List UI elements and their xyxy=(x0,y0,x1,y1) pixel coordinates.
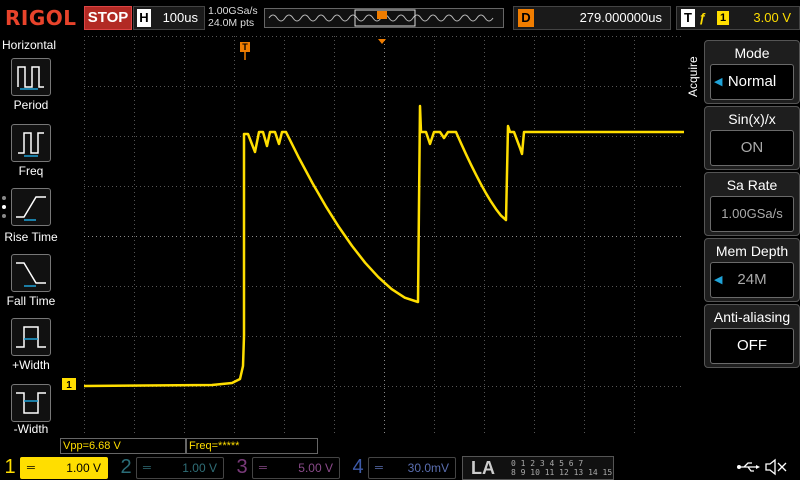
fall-time-icon xyxy=(16,262,46,287)
channel-1-number: 1 xyxy=(4,456,16,478)
la-bits: 0 1 2 3 4 5 6 7 8 9 10 11 12 13 14 15 xyxy=(511,459,613,477)
horizontal-measure-menu: Horizontal Period Freq Rise Time Fall Ti… xyxy=(0,36,62,436)
rise-time-label: Rise Time xyxy=(4,230,58,244)
trigger-display[interactable]: T ƒ 1 3.00 V xyxy=(676,6,800,30)
sampling-info: 1.00GSa/s 24.0M pts xyxy=(208,5,258,29)
channel-3-control[interactable]: 3 ═ 5.00 V xyxy=(232,454,342,480)
mode-header: Mode xyxy=(734,45,770,61)
measurement-bar: Vpp=6.68 V Freq=***** xyxy=(0,436,800,454)
top-status-bar: RIGOL STOP H 100us 1.00GSa/s 24.0M pts D… xyxy=(0,0,800,36)
anti-aliasing-setting[interactable]: Anti-aliasing OFF xyxy=(704,304,800,368)
status-icons xyxy=(737,458,787,476)
period-icon xyxy=(17,66,44,90)
timebase-value: 100us xyxy=(162,10,198,25)
trigger-center-arrow xyxy=(378,39,386,44)
sample-rate-value[interactable]: 1.00GSa/s xyxy=(710,196,794,232)
negative-width-icon xyxy=(16,392,46,414)
sample-rate: 1.00GSa/s xyxy=(208,5,258,17)
delay-label: D xyxy=(518,9,534,27)
period-label: Period xyxy=(13,98,49,112)
acquire-menu: Acquire Mode ◀ Normal Sin(x)/x ON Sa Rat… xyxy=(684,36,800,436)
minus-width-button[interactable] xyxy=(11,384,51,422)
delay-value: 279.000000us xyxy=(579,10,662,25)
fall-time-label: Fall Time xyxy=(6,294,56,308)
channel-4-scale-box: ═ 30.0mV xyxy=(368,457,456,479)
channel-2-scale: 1.00 V xyxy=(182,461,217,475)
rise-time-button[interactable] xyxy=(11,188,51,226)
brand-logo: RIGOL xyxy=(5,6,77,30)
sinx-setting[interactable]: Sin(x)/x ON xyxy=(704,106,800,170)
period-button[interactable] xyxy=(11,58,51,96)
run-stop-indicator[interactable]: STOP xyxy=(84,6,132,30)
dc-coupling-icon: ═ xyxy=(375,462,383,474)
horizontal-timebase[interactable]: H 100us xyxy=(133,6,205,30)
dc-coupling-icon: ═ xyxy=(259,462,267,474)
dc-coupling-icon: ═ xyxy=(143,462,151,474)
mem-depth-header: Mem Depth xyxy=(715,243,789,259)
logic-analyzer-control[interactable]: LA 0 1 2 3 4 5 6 7 8 9 10 11 12 13 14 15 xyxy=(462,456,614,480)
usb-icon xyxy=(737,462,760,472)
frequency-icon xyxy=(18,132,44,157)
sinx-value[interactable]: ON xyxy=(710,130,794,166)
mem-depth-setting[interactable]: Mem Depth ◀ 24M xyxy=(704,238,800,302)
sinx-header: Sin(x)/x xyxy=(728,111,776,127)
channel-3-number: 3 xyxy=(236,456,248,478)
measurement-vpp[interactable]: Vpp=6.68 V xyxy=(60,438,186,454)
freq-label: Freq xyxy=(18,164,44,178)
channel-2-scale-box: ═ 1.00 V xyxy=(136,457,224,479)
positive-width-icon xyxy=(16,326,46,348)
channel-1-scale: 1.00 V xyxy=(66,461,101,475)
trigger-source: 1 xyxy=(717,11,729,25)
trigger-level: 3.00 V xyxy=(753,10,791,25)
channel-bar: 1 ═ 1.00 V 2 ═ 1.00 V 3 ═ 5.00 V 4 ═ 30.… xyxy=(0,454,800,480)
la-label: LA xyxy=(471,458,495,478)
waveform-display[interactable]: T 1 xyxy=(62,36,702,436)
trigger-label: T xyxy=(681,9,695,27)
svg-text:T: T xyxy=(242,42,248,52)
anti-aliasing-value[interactable]: OFF xyxy=(710,328,794,364)
horizontal-label: H xyxy=(137,9,151,27)
memory-points: 24.0M pts xyxy=(208,17,255,29)
channel-1-control[interactable]: 1 ═ 1.00 V xyxy=(0,454,110,480)
speaker-muted-icon xyxy=(765,458,787,476)
plus-width-label: +Width xyxy=(12,358,50,372)
anti-aliasing-header: Anti-aliasing xyxy=(713,309,791,325)
delay-display[interactable]: D 279.000000us xyxy=(513,6,671,30)
graticule xyxy=(84,36,685,433)
memory-position-strip[interactable] xyxy=(264,8,504,28)
channel-2-control[interactable]: 2 ═ 1.00 V xyxy=(116,454,226,480)
svg-text:1: 1 xyxy=(66,380,72,391)
measurement-freq[interactable]: Freq=***** xyxy=(186,438,318,454)
channel-4-control[interactable]: 4 ═ 30.0mV xyxy=(348,454,458,480)
dc-coupling-icon: ═ xyxy=(27,462,35,474)
channel-2-number: 2 xyxy=(120,456,132,478)
channel-4-scale: 30.0mV xyxy=(407,461,449,475)
freq-button[interactable] xyxy=(11,124,51,162)
plus-width-button[interactable] xyxy=(11,318,51,356)
acquire-section-label: Acquire xyxy=(686,56,700,98)
channel-3-scale-box: ═ 5.00 V xyxy=(252,457,340,479)
channel-3-scale: 5.00 V xyxy=(298,461,333,475)
minus-width-label: -Width xyxy=(13,422,49,436)
sample-rate-header: Sa Rate xyxy=(726,177,778,193)
selector-arrow-icon: ◀ xyxy=(714,76,723,88)
rise-time-icon xyxy=(16,196,46,221)
mode-value[interactable]: ◀ Normal xyxy=(710,64,794,100)
channel-1-scale-box: ═ 1.00 V xyxy=(20,457,108,479)
selector-arrow-icon: ◀ xyxy=(714,274,723,286)
fall-time-button[interactable] xyxy=(11,254,51,292)
rising-edge-icon: ƒ xyxy=(699,10,707,25)
sample-rate-setting[interactable]: Sa Rate 1.00GSa/s xyxy=(704,172,800,236)
channel-4-number: 4 xyxy=(352,456,364,478)
menu-title: Horizontal xyxy=(2,38,57,52)
mode-setting[interactable]: Mode ◀ Normal xyxy=(704,40,800,104)
mem-depth-value[interactable]: ◀ 24M xyxy=(710,262,794,298)
trigger-position-marker: T xyxy=(240,42,250,60)
page-indicator xyxy=(2,196,6,223)
